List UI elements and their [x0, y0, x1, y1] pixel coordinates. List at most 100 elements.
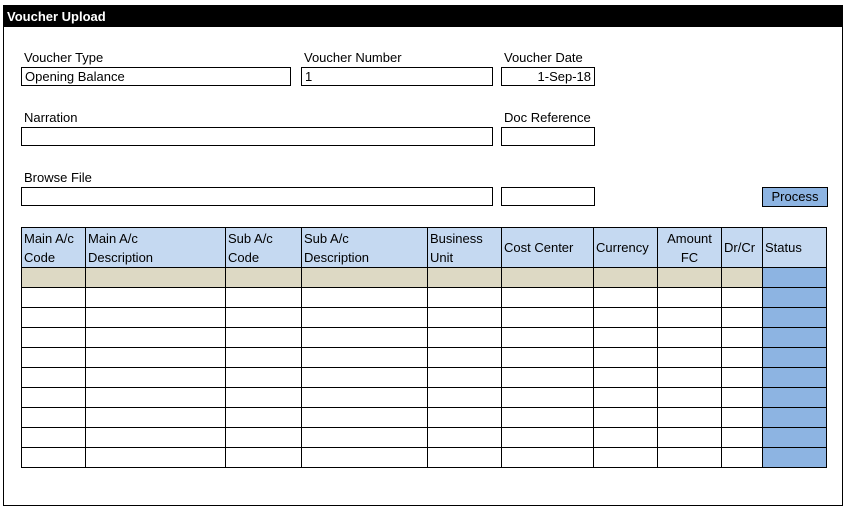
status-cell[interactable] — [762, 407, 827, 428]
table-cell[interactable] — [85, 427, 226, 448]
table-cell[interactable] — [593, 347, 658, 368]
status-cell[interactable] — [762, 307, 827, 328]
table-cell[interactable] — [721, 267, 763, 288]
col-header-sub-ac-description[interactable]: Sub A/c Description — [301, 227, 428, 268]
table-cell[interactable] — [721, 447, 763, 468]
table-cell[interactable] — [657, 287, 722, 308]
col-header-sub-ac-code[interactable]: Sub A/c Code — [225, 227, 302, 268]
table-cell[interactable] — [21, 367, 86, 388]
table-cell[interactable] — [501, 427, 594, 448]
table-row[interactable] — [21, 327, 827, 348]
table-cell[interactable] — [657, 347, 722, 368]
table-cell[interactable] — [721, 367, 763, 388]
table-cell[interactable] — [501, 367, 594, 388]
table-cell[interactable] — [301, 267, 428, 288]
table-cell[interactable] — [21, 347, 86, 368]
table-cell[interactable] — [593, 307, 658, 328]
col-header-business-unit[interactable]: Business Unit — [427, 227, 502, 268]
table-cell[interactable] — [721, 307, 763, 328]
table-cell[interactable] — [593, 287, 658, 308]
status-cell[interactable] — [762, 287, 827, 308]
table-cell[interactable] — [501, 307, 594, 328]
col-header-currency[interactable]: Currency — [593, 227, 658, 268]
col-header-amount-fc[interactable]: Amount FC — [657, 227, 722, 268]
table-cell[interactable] — [427, 367, 502, 388]
table-cell[interactable] — [225, 287, 302, 308]
table-row[interactable] — [21, 367, 827, 388]
table-cell[interactable] — [21, 447, 86, 468]
table-cell[interactable] — [301, 307, 428, 328]
table-cell[interactable] — [225, 447, 302, 468]
table-cell[interactable] — [501, 287, 594, 308]
table-cell[interactable] — [225, 407, 302, 428]
table-cell[interactable] — [593, 447, 658, 468]
col-header-main-ac-code[interactable]: Main A/c Code — [21, 227, 86, 268]
table-cell[interactable] — [657, 407, 722, 428]
table-row[interactable] — [21, 287, 827, 308]
table-cell[interactable] — [501, 327, 594, 348]
table-cell[interactable] — [85, 447, 226, 468]
table-cell[interactable] — [85, 407, 226, 428]
table-cell[interactable] — [427, 287, 502, 308]
table-row[interactable] — [21, 307, 827, 328]
table-row[interactable] — [21, 387, 827, 408]
table-cell[interactable] — [721, 407, 763, 428]
table-cell[interactable] — [427, 407, 502, 428]
table-cell[interactable] — [301, 347, 428, 368]
table-cell[interactable] — [657, 367, 722, 388]
table-cell[interactable] — [301, 367, 428, 388]
table-cell[interactable] — [301, 427, 428, 448]
table-cell[interactable] — [85, 267, 226, 288]
table-cell[interactable] — [657, 307, 722, 328]
table-cell[interactable] — [301, 387, 428, 408]
status-cell[interactable] — [762, 367, 827, 388]
status-cell[interactable] — [762, 327, 827, 348]
table-cell[interactable] — [225, 307, 302, 328]
table-cell[interactable] — [85, 327, 226, 348]
table-cell[interactable] — [301, 287, 428, 308]
col-header-status[interactable]: Status — [762, 227, 827, 268]
table-cell[interactable] — [225, 367, 302, 388]
table-cell[interactable] — [721, 327, 763, 348]
status-cell[interactable] — [762, 447, 827, 468]
table-cell[interactable] — [593, 427, 658, 448]
table-cell[interactable] — [721, 287, 763, 308]
table-cell[interactable] — [85, 387, 226, 408]
status-cell[interactable] — [762, 427, 827, 448]
table-cell[interactable] — [593, 407, 658, 428]
status-cell[interactable] — [762, 347, 827, 368]
table-cell[interactable] — [657, 387, 722, 408]
process-button[interactable]: Process — [762, 187, 828, 207]
table-cell[interactable] — [21, 327, 86, 348]
col-header-cost-center[interactable]: Cost Center — [501, 227, 594, 268]
table-cell[interactable] — [225, 347, 302, 368]
table-cell[interactable] — [85, 367, 226, 388]
table-cell[interactable] — [721, 427, 763, 448]
table-cell[interactable] — [85, 307, 226, 328]
doc-reference-field[interactable] — [501, 127, 595, 146]
table-cell[interactable] — [301, 447, 428, 468]
table-cell[interactable] — [657, 427, 722, 448]
table-cell[interactable] — [85, 287, 226, 308]
table-cell[interactable] — [21, 387, 86, 408]
table-cell[interactable] — [427, 447, 502, 468]
table-cell[interactable] — [21, 407, 86, 428]
table-cell[interactable] — [427, 347, 502, 368]
table-cell[interactable] — [721, 387, 763, 408]
table-cell[interactable] — [501, 447, 594, 468]
status-cell[interactable] — [762, 267, 827, 288]
table-cell[interactable] — [427, 427, 502, 448]
table-row[interactable] — [21, 427, 827, 448]
table-cell[interactable] — [225, 327, 302, 348]
table-cell[interactable] — [501, 347, 594, 368]
voucher-number-field[interactable]: 1 — [301, 67, 493, 86]
table-cell[interactable] — [301, 327, 428, 348]
table-cell[interactable] — [593, 327, 658, 348]
table-cell[interactable] — [427, 267, 502, 288]
browse-file-extra-field[interactable] — [501, 187, 595, 206]
col-header-main-ac-description[interactable]: Main A/c Description — [85, 227, 226, 268]
browse-file-field[interactable] — [21, 187, 493, 206]
table-cell[interactable] — [593, 367, 658, 388]
narration-field[interactable] — [21, 127, 493, 146]
table-row[interactable] — [21, 347, 827, 368]
